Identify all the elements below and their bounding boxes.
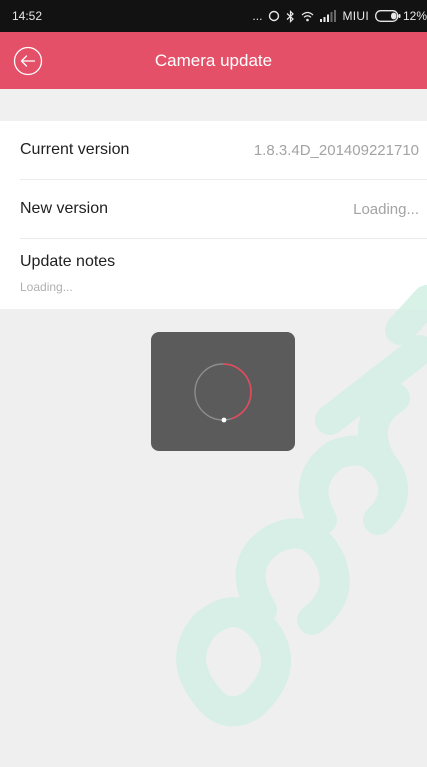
signal-icon <box>320 10 337 22</box>
new-version-row: New version Loading... <box>20 180 427 239</box>
status-icons: ... MIUI 12% <box>252 6 427 26</box>
version-info-list: Current version 1.8.3.4D_201409221710 Ne… <box>0 121 427 309</box>
status-bar: 14:52 ... MIUI 12% <box>0 0 427 32</box>
loading-spinner-icon <box>194 363 252 423</box>
battery-percent: 12% <box>402 9 427 23</box>
wifi-icon <box>301 11 314 22</box>
update-notes-label: Update notes <box>20 253 116 270</box>
new-version-label: New version <box>20 200 109 217</box>
carrier-label: MIUI <box>342 9 369 23</box>
current-version-value: 1.8.3.4D_201409221710 <box>253 142 419 159</box>
status-time: 14:52 <box>12 9 43 23</box>
notification-dots: ... <box>252 9 263 23</box>
new-version-value: Loading... <box>353 201 419 218</box>
battery-indicator: 12% <box>375 9 427 23</box>
update-notes-row: Update notes Loading... <box>20 239 427 309</box>
update-notes-value: Loading... <box>20 280 73 294</box>
battery-icon <box>375 10 401 22</box>
sync-icon <box>268 10 280 22</box>
top-spacer <box>0 89 427 121</box>
loading-dialog <box>151 332 295 451</box>
page-title: Camera update <box>154 51 273 70</box>
current-version-label: Current version <box>20 141 130 158</box>
app-bar: Camera update <box>0 32 427 89</box>
screen: 14:52 ... MIUI 12% Camera update Current… <box>0 0 427 767</box>
bluetooth-icon <box>286 9 295 23</box>
current-version-row: Current version 1.8.3.4D_201409221710 <box>20 121 427 180</box>
